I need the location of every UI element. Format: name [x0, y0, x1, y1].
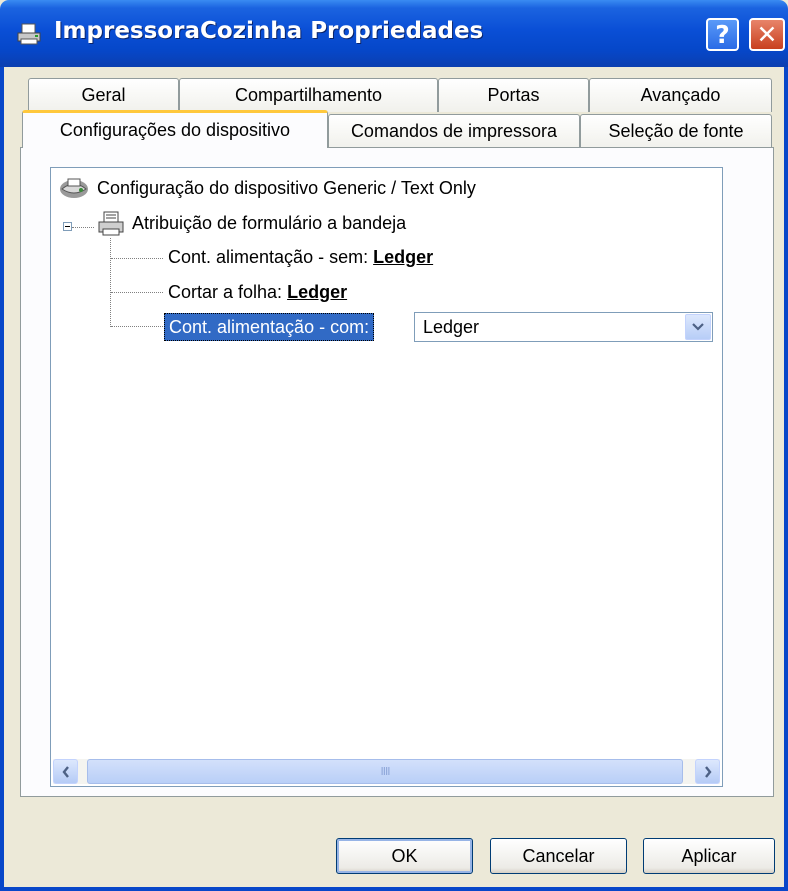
- close-button[interactable]: ✕: [749, 18, 785, 51]
- ok-button-label: OK: [391, 845, 418, 866]
- paper-select[interactable]: Ledger: [414, 312, 713, 342]
- tree-item-cont-alimentacao-sem[interactable]: Cont. alimentação - sem: Ledger: [168, 247, 433, 268]
- printer-icon: [17, 23, 41, 45]
- tab-geral[interactable]: Geral: [28, 78, 179, 112]
- close-icon: ✕: [756, 20, 778, 49]
- window-border-right: [784, 67, 788, 891]
- item-label: Cont. alimentação - sem:: [168, 247, 369, 267]
- tab-label: Portas: [487, 85, 540, 105]
- tree-item-cont-alimentacao-com[interactable]: Cont. alimentação - com:: [164, 313, 375, 341]
- arrow-right-icon: [704, 765, 712, 778]
- tab-selecao-de-fonte[interactable]: Seleção de fonte: [580, 114, 772, 148]
- device-settings-icon: [98, 211, 124, 236]
- ok-button[interactable]: OK: [336, 838, 473, 874]
- tab-label: Geral: [81, 85, 126, 105]
- arrow-left-icon: [61, 765, 69, 778]
- tab-label: Compartilhamento: [234, 85, 383, 105]
- tab-comandos-de-impressora[interactable]: Comandos de impressora: [328, 114, 580, 148]
- dropdown-button[interactable]: [685, 314, 711, 340]
- tree-connector: [72, 227, 94, 228]
- item-value: Ledger: [287, 282, 348, 302]
- tree-connector: [111, 326, 163, 327]
- tree-root-label[interactable]: Configuração do dispositivo Generic / Te…: [97, 178, 476, 199]
- horizontal-scrollbar[interactable]: IIII: [53, 759, 720, 784]
- tree-connector: [111, 292, 163, 293]
- tab-configuracoes-do-dispositivo[interactable]: Configurações do dispositivo: [22, 110, 328, 148]
- scroll-thumb[interactable]: IIII: [87, 759, 683, 784]
- help-icon: ?: [715, 20, 730, 49]
- scroll-left-button[interactable]: [53, 759, 78, 784]
- tab-label: Avançado: [640, 85, 721, 105]
- apply-button-label: Aplicar: [681, 845, 737, 866]
- scroll-thumb-grip: IIII: [380, 765, 391, 778]
- tree-node-label[interactable]: Atribuição de formulário a bandeja: [132, 213, 406, 234]
- item-value: Ledger: [373, 247, 434, 267]
- title-bar[interactable]: ImpressoraCozinha Propriedades ? ✕: [0, 0, 788, 67]
- window-border-left: [0, 67, 4, 891]
- window-border-bottom: [0, 887, 788, 891]
- scroll-right-button[interactable]: [695, 759, 720, 784]
- help-button[interactable]: ?: [706, 18, 739, 51]
- cancel-button[interactable]: Cancelar: [490, 838, 627, 874]
- tab-label: Seleção de fonte: [608, 121, 744, 141]
- chevron-down-icon: [692, 323, 704, 331]
- tree-connector: [111, 258, 163, 259]
- item-label: Cont. alimentação - com:: [169, 316, 370, 337]
- printer-icon: [60, 178, 88, 198]
- tree-expander-minus-icon[interactable]: [63, 222, 72, 231]
- tab-label: Configurações do dispositivo: [59, 120, 291, 140]
- tab-compartilhamento[interactable]: Compartilhamento: [179, 78, 438, 112]
- tree-item-cortar-a-folha[interactable]: Cortar a folha: Ledger: [168, 282, 347, 303]
- paper-select-value: Ledger: [423, 317, 480, 337]
- window-title: ImpressoraCozinha Propriedades: [54, 18, 484, 44]
- tab-avancado[interactable]: Avançado: [589, 78, 772, 112]
- properties-window: ImpressoraCozinha Propriedades ? ✕ Geral…: [0, 0, 788, 891]
- apply-button[interactable]: Aplicar: [643, 838, 775, 874]
- cancel-button-label: Cancelar: [522, 845, 595, 866]
- item-label: Cortar a folha:: [168, 282, 283, 302]
- tab-portas[interactable]: Portas: [438, 78, 589, 112]
- tab-label: Comandos de impressora: [350, 121, 558, 141]
- tree-connector: [110, 238, 111, 327]
